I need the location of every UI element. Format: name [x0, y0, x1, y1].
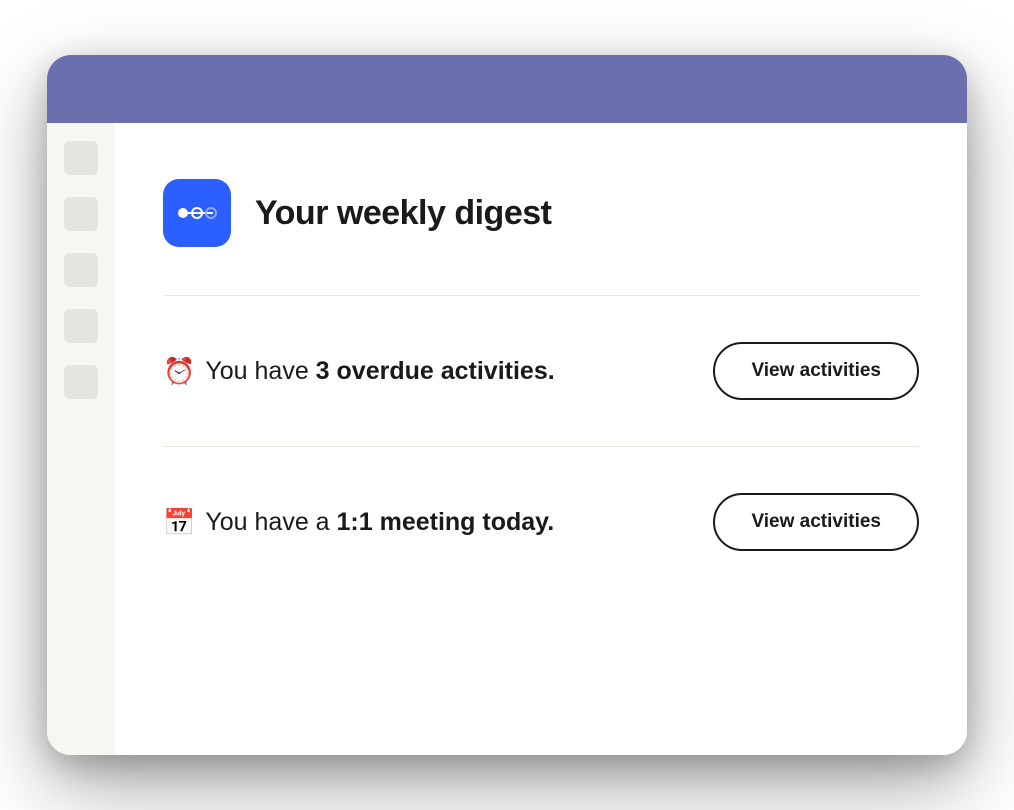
sidebar-item[interactable]	[64, 141, 98, 175]
alarm-clock-icon: ⏰	[163, 358, 195, 384]
digest-item-overdue: ⏰ You have 3 overdue activities. View ac…	[163, 296, 919, 446]
page-title: Your weekly digest	[255, 194, 551, 233]
digest-text-bold: 1:1 meeting today.	[337, 508, 555, 536]
sidebar-item[interactable]	[64, 309, 98, 343]
app-logo-icon	[163, 179, 231, 247]
app-window: Your weekly digest ⏰ You have 3 overdue …	[47, 55, 967, 755]
digest-header: Your weekly digest	[163, 179, 919, 247]
view-activities-button[interactable]: View activities	[713, 342, 919, 400]
sidebar-item[interactable]	[64, 197, 98, 231]
digest-text-prefix: You have a	[205, 508, 336, 536]
digest-item-text: 📅 You have a 1:1 meeting today.	[163, 508, 554, 537]
chain-icon	[175, 203, 219, 223]
sidebar-item[interactable]	[64, 253, 98, 287]
digest-item-meeting: 📅 You have a 1:1 meeting today. View act…	[163, 447, 919, 597]
calendar-icon: 📅	[163, 509, 195, 535]
main-content: Your weekly digest ⏰ You have 3 overdue …	[115, 123, 967, 755]
view-activities-button[interactable]: View activities	[713, 493, 919, 551]
window-titlebar	[47, 55, 967, 123]
sidebar	[47, 123, 115, 755]
digest-item-text: ⏰ You have 3 overdue activities.	[163, 357, 555, 386]
sidebar-item[interactable]	[64, 365, 98, 399]
window-body: Your weekly digest ⏰ You have 3 overdue …	[47, 123, 967, 755]
digest-text-prefix: You have	[205, 357, 315, 385]
digest-text-bold: 3 overdue activities.	[316, 357, 555, 385]
